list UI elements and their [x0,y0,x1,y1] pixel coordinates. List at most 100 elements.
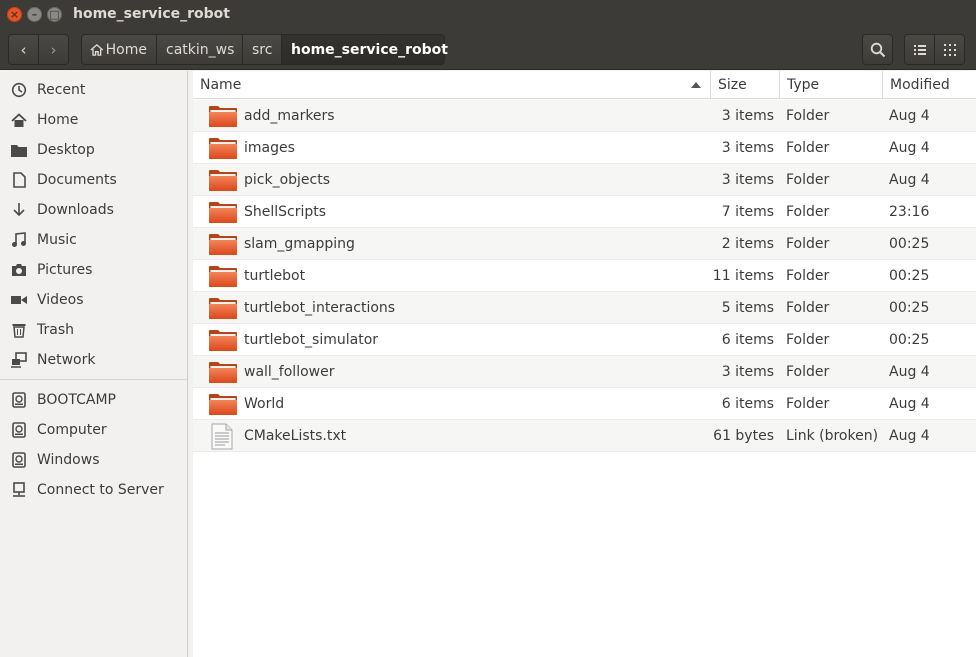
sidebar-item-label: BOOTCAMP [37,392,117,408]
file-modified: 00:25 [889,268,930,284]
sort-ascending-icon [691,82,701,88]
header-bar: ‹ › Home catkin_ws src home_service_robo… [0,30,976,70]
clock-icon [9,82,29,98]
file-size: 3 items [721,108,774,124]
sidebar-item-documents[interactable]: Documents [0,165,187,195]
file-type: Folder [786,332,830,348]
video-icon [9,294,29,306]
list-view-button[interactable] [904,34,935,65]
file-modified: Aug 4 [889,140,930,156]
file-name: pick_objects [244,172,331,188]
sidebar: Recent Home Desktop Documents Downloads [0,71,188,657]
file-size: 6 items [721,332,774,348]
sidebar-item-recent[interactable]: Recent [0,75,187,105]
table-row[interactable]: World 6 items Folder Aug 4 [193,388,976,420]
folder-icon [208,169,238,192]
table-row[interactable]: pick_objects 3 items Folder Aug 4 [193,164,976,196]
file-name: turtlebot [244,268,306,284]
grid-view-icon [943,43,956,56]
folder-icon [208,105,238,128]
file-size: 3 items [721,140,774,156]
file-size: 11 items [712,268,774,284]
forward-button[interactable]: › [38,34,69,65]
file-size: 3 items [721,364,774,380]
home-icon [9,112,29,128]
sidebar-item-downloads[interactable]: Downloads [0,195,187,225]
sidebar-item-trash[interactable]: Trash [0,315,187,345]
table-row[interactable]: CMakeLists.txt 61 bytes Link (broken) Aug 4 [193,420,976,452]
column-header-type[interactable]: Type [779,71,882,99]
sidebar-item-pictures[interactable]: Pictures [0,255,187,285]
file-type: Folder [786,364,830,380]
back-button[interactable]: ‹ [8,34,39,65]
file-list: Name Size Type Modified add_markers 3 ite… [193,71,976,657]
file-modified: Aug 4 [889,172,930,188]
network-icon [9,352,29,368]
file-type: Folder [786,140,830,156]
trash-icon [9,322,29,338]
table-row[interactable]: turtlebot 11 items Folder 00:25 [193,260,976,292]
sidebar-item-music[interactable]: Music [0,225,187,255]
file-type: Folder [786,172,830,188]
file-type: Folder [786,236,830,252]
file-name: slam_gmapping [244,236,355,252]
table-row[interactable]: ShellScripts 7 items Folder 23:16 [193,196,976,228]
sidebar-item-label: Music [37,232,77,248]
sidebar-item-network[interactable]: Network [0,345,187,375]
server-icon [9,482,29,498]
title-bar: × – □ home_service_robot [0,0,976,30]
breadcrumb-src[interactable]: src [242,34,282,65]
table-row[interactable]: slam_gmapping 2 items Folder 00:25 [193,228,976,260]
sidebar-item-label: Videos [37,292,84,308]
file-modified: Aug 4 [889,364,930,380]
breadcrumb-home-label: Home [105,41,147,58]
sidebar-item-label: Trash [37,322,74,338]
folder-icon [208,393,238,416]
breadcrumb-home[interactable]: Home [81,34,157,65]
column-header-name[interactable]: Name [193,71,710,99]
sidebar-item-label: Network [37,352,96,368]
text-file-icon [211,423,233,450]
file-name: turtlebot_interactions [244,300,396,316]
file-name: turtlebot_simulator [244,332,379,348]
sidebar-item-videos[interactable]: Videos [0,285,187,315]
column-header-modified[interactable]: Modified [882,71,976,99]
search-button[interactable] [862,34,893,65]
table-row[interactable]: add_markers 3 items Folder Aug 4 [193,100,976,132]
close-window-button[interactable]: × [7,7,22,22]
file-name: wall_follower [244,364,335,380]
folder-icon [9,143,29,157]
sidebar-item-label: Windows [37,452,100,468]
sidebar-item-label: Connect to Server [37,482,164,498]
file-type: Folder [786,108,830,124]
sidebar-item-label: Computer [37,422,107,438]
file-name: add_markers [244,108,335,124]
camera-icon [9,263,29,277]
column-header-size[interactable]: Size [710,71,779,99]
sidebar-item-windows[interactable]: Windows [0,445,187,475]
sidebar-item-home[interactable]: Home [0,105,187,135]
file-size: 61 bytes [713,428,774,444]
maximize-window-button[interactable]: □ [47,7,62,22]
file-size: 3 items [721,172,774,188]
breadcrumb-current-folder[interactable]: home_service_robot [281,34,448,65]
sidebar-item-desktop[interactable]: Desktop [0,135,187,165]
file-size: 2 items [721,236,774,252]
sidebar-item-computer[interactable]: Computer [0,415,187,445]
file-modified: Aug 4 [889,428,930,444]
sidebar-item-connect-to-server[interactable]: Connect to Server [0,475,187,505]
home-icon [90,43,104,56]
grid-view-button[interactable] [934,34,965,65]
file-type: Folder [786,268,830,284]
table-row[interactable]: turtlebot_interactions 5 items Folder 00:25 [193,292,976,324]
drive-icon [9,392,29,408]
sidebar-item-bootcamp[interactable]: BOOTCAMP [0,385,187,415]
table-row[interactable]: images 3 items Folder Aug 4 [193,132,976,164]
table-row[interactable]: turtlebot_simulator 6 items Folder 00:25 [193,324,976,356]
table-row[interactable]: wall_follower 3 items Folder Aug 4 [193,356,976,388]
breadcrumb-catkin-ws[interactable]: catkin_ws [156,34,243,65]
folder-icon [208,233,238,256]
minimize-window-button[interactable]: – [27,7,42,22]
document-icon [9,172,29,188]
list-view-icon [913,44,926,55]
